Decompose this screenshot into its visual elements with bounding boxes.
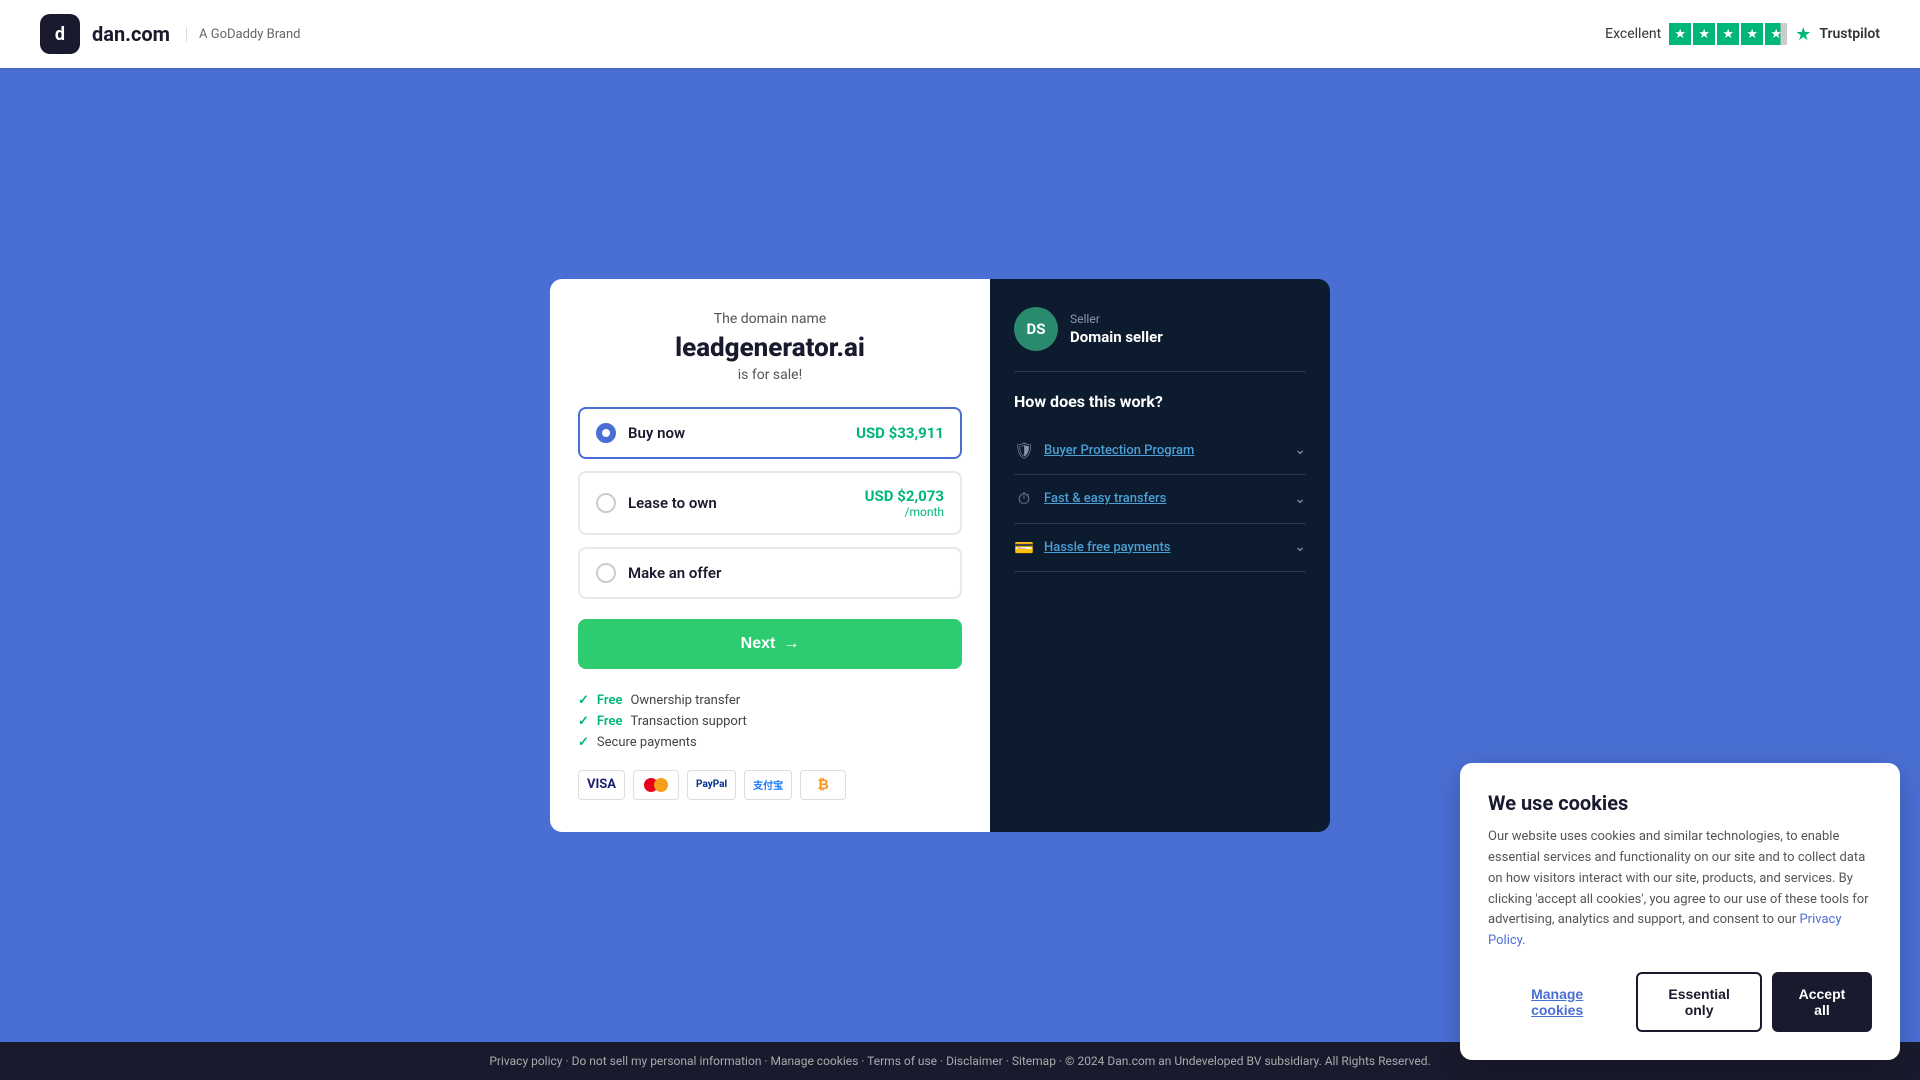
how-works-title: How does this work? [1014, 392, 1306, 411]
lease-to-own-option[interactable]: Lease to own USD $2,073 /month [578, 471, 962, 535]
paypal-icon: PayPal [687, 770, 736, 800]
do-not-sell-link[interactable]: Do not sell my personal information [572, 1054, 762, 1068]
chevron-down-icon-1: ⌄ [1294, 442, 1306, 458]
seller-role: Seller [1070, 312, 1163, 326]
sitemap-link[interactable]: Sitemap [1012, 1054, 1056, 1068]
feature-ownership: ✓ Free Ownership transfer [578, 693, 962, 708]
payment-card-icon: 💳 [1014, 538, 1034, 557]
seller-initials: DS [1027, 320, 1046, 338]
disclaimer-link[interactable]: Disclaimer [946, 1054, 1003, 1068]
check-icon-1: ✓ [578, 693, 589, 708]
seller-name: Domain seller [1070, 328, 1163, 346]
trustpilot-logo: Trustpilot [1819, 26, 1880, 42]
payment-icons: VISA PayPal 支付宝 ₿ [578, 770, 962, 800]
hassle-free-label: Hassle free payments [1044, 540, 1170, 555]
buy-now-price-block: USD $33,911 [856, 424, 944, 442]
next-button-label: Next [741, 635, 776, 653]
cookie-buttons: Manage cookies Essential only Accept all [1488, 972, 1872, 1032]
for-sale-text: is for sale! [578, 367, 962, 383]
logo-text: dan.com [92, 22, 170, 46]
feature-free-1: Free [597, 693, 623, 708]
next-arrow-icon: → [783, 635, 799, 653]
essential-only-button[interactable]: Essential only [1636, 972, 1762, 1032]
purchase-card: The domain name leadgenerator.ai is for … [550, 279, 990, 832]
lease-to-own-radio [596, 493, 616, 513]
accordion-fast-transfers[interactable]: ⏱ Fast & easy transfers ⌄ [1014, 475, 1306, 524]
check-icon-3: ✓ [578, 735, 589, 750]
buy-now-radio [596, 423, 616, 443]
accordion-left-1: 🛡 Buyer Protection Program [1014, 441, 1194, 460]
trustpilot-stars: ★ ★ ★ ★ ★ [1669, 23, 1787, 45]
manage-cookies-footer-link[interactable]: Manage cookies [771, 1054, 859, 1068]
manage-cookies-button[interactable]: Manage cookies [1488, 972, 1626, 1032]
accordion-left-3: 💳 Hassle free payments [1014, 538, 1170, 557]
mc-right [654, 778, 668, 792]
accept-all-button[interactable]: Accept all [1772, 972, 1872, 1032]
privacy-policy-link[interactable]: Privacy policy [489, 1054, 562, 1068]
trustpilot-star-icon: ★ [1795, 24, 1811, 45]
header: d dan.com A GoDaddy Brand Excellent ★ ★ … [0, 0, 1920, 68]
feature-secure: ✓ Secure payments [578, 735, 962, 750]
cookie-banner: We use cookies Our website uses cookies … [1460, 763, 1900, 1060]
next-button[interactable]: Next → [578, 619, 962, 669]
lease-to-own-price-sub: /month [865, 505, 944, 519]
chevron-down-icon-3: ⌄ [1294, 539, 1306, 555]
buy-now-label: Buy now [628, 424, 856, 442]
trustpilot-area: Excellent ★ ★ ★ ★ ★ ★ Trustpilot [1605, 23, 1880, 45]
crypto-icon: ₿ [800, 770, 846, 800]
feature-transaction: ✓ Free Transaction support [578, 714, 962, 729]
card-container: The domain name leadgenerator.ai is for … [550, 279, 1370, 832]
shield-icon: 🛡 [1014, 441, 1034, 460]
lease-to-own-price: USD $2,073 [865, 487, 944, 505]
accordion-left-2: ⏱ Fast & easy transfers [1014, 489, 1166, 509]
seller-info: Seller Domain seller [1070, 312, 1163, 346]
star-4: ★ [1741, 23, 1763, 45]
feature-text-1: Ownership transfer [630, 693, 740, 708]
make-offer-option[interactable]: Make an offer [578, 547, 962, 599]
seller-avatar: DS [1014, 307, 1058, 351]
feature-text-3: Secure payments [597, 735, 697, 750]
feature-text-2: Transaction support [630, 714, 746, 729]
star-5: ★ [1765, 23, 1787, 45]
accordion-hassle-free[interactable]: 💳 Hassle free payments ⌄ [1014, 524, 1306, 572]
star-1: ★ [1669, 23, 1691, 45]
cookie-body: Our website uses cookies and similar tec… [1488, 827, 1872, 952]
domain-name: leadgenerator.ai [578, 333, 962, 363]
seller-card: DS Seller Domain seller How does this wo… [990, 279, 1330, 832]
terms-of-use-link[interactable]: Terms of use [867, 1054, 937, 1068]
chevron-down-icon-2: ⌄ [1294, 491, 1306, 507]
domain-label: The domain name [578, 311, 962, 327]
feature-list: ✓ Free Ownership transfer ✓ Free Transac… [578, 693, 962, 750]
check-icon-2: ✓ [578, 714, 589, 729]
godaddy-brand: A GoDaddy Brand [186, 27, 300, 42]
buy-now-option[interactable]: Buy now USD $33,911 [578, 407, 962, 459]
seller-area: DS Seller Domain seller [1014, 307, 1306, 372]
dan-logo-icon: d [40, 14, 80, 54]
alipay-icon: 支付宝 [744, 770, 792, 800]
clock-icon: ⏱ [1014, 489, 1034, 509]
make-offer-radio [596, 563, 616, 583]
buyer-protection-label: Buyer Protection Program [1044, 443, 1194, 458]
feature-free-2: Free [597, 714, 623, 729]
lease-to-own-price-block: USD $2,073 /month [865, 487, 944, 519]
lease-to-own-label: Lease to own [628, 494, 865, 512]
star-3: ★ [1717, 23, 1739, 45]
buy-now-price: USD $33,911 [856, 424, 944, 442]
logo-area: d dan.com A GoDaddy Brand [40, 14, 300, 54]
mastercard-icon [633, 770, 679, 800]
star-2: ★ [1693, 23, 1715, 45]
footer-text: Privacy policy · Do not sell my personal… [489, 1054, 1430, 1068]
accordion-buyer-protection[interactable]: 🛡 Buyer Protection Program ⌄ [1014, 427, 1306, 475]
make-offer-label: Make an offer [628, 564, 944, 582]
fast-transfers-label: Fast & easy transfers [1044, 491, 1166, 506]
trustpilot-label: Excellent [1605, 26, 1661, 42]
cookie-title: We use cookies [1488, 791, 1872, 815]
visa-icon: VISA [578, 770, 625, 800]
